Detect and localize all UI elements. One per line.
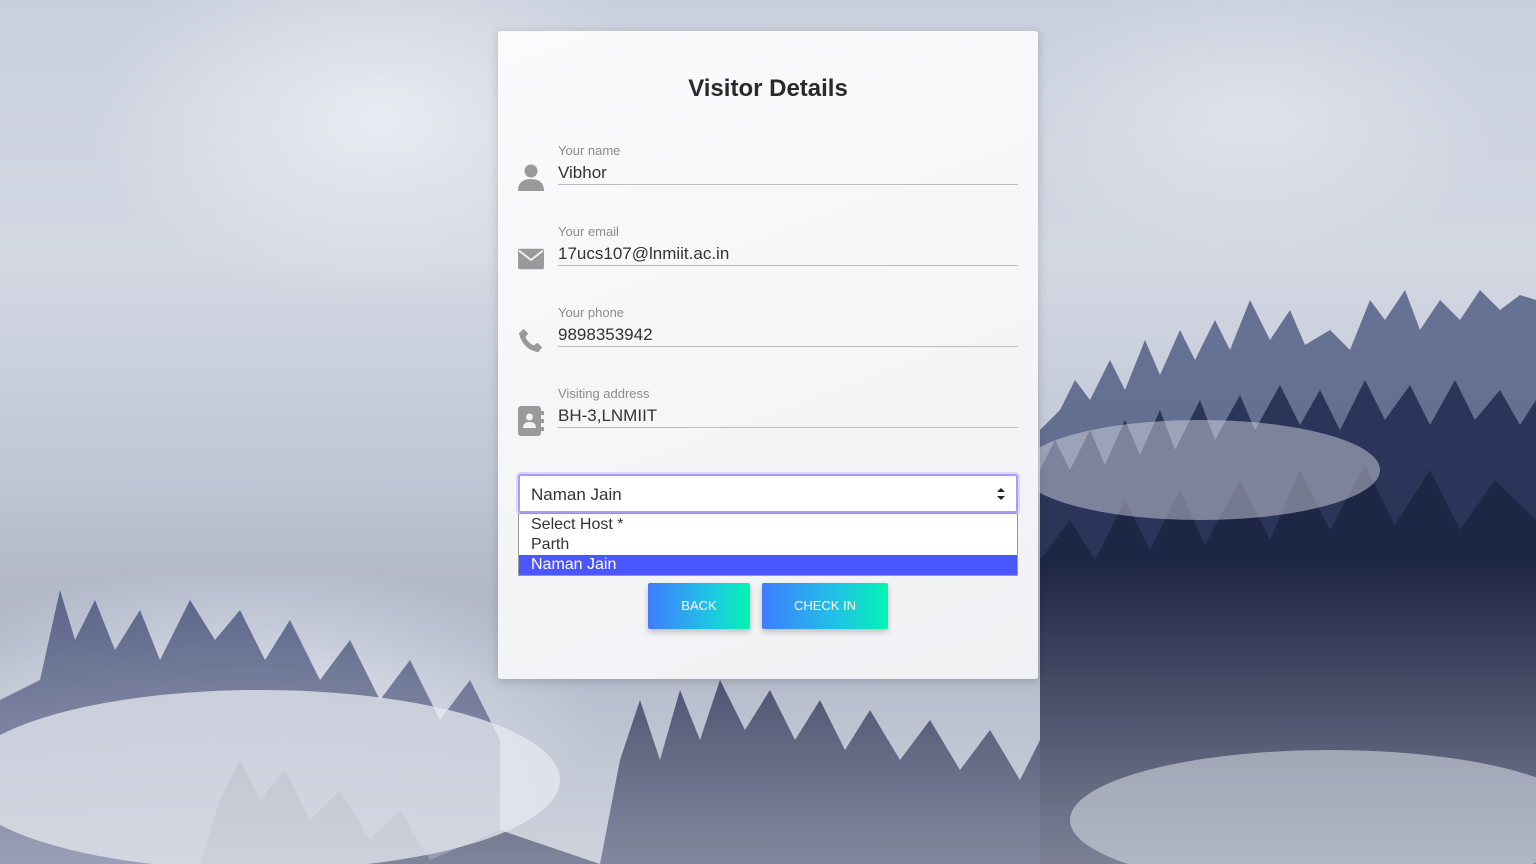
check-in-button[interactable]: CHECK IN [762,583,888,629]
name-underline [558,184,1018,185]
user-icon [518,163,544,193]
phone-icon [518,325,544,355]
address-book-icon [518,406,544,436]
name-label: Your name [558,143,621,158]
host-dropdown-list: Select Host * Parth Naman Jain [518,513,1018,576]
address-input[interactable]: BH-3,LNMIIT [558,406,657,426]
select-arrows-icon [996,487,1006,501]
form-title: Visitor Details [688,75,848,102]
name-input[interactable]: Vibhor [558,163,607,183]
back-button[interactable]: BACK [648,583,750,629]
host-option[interactable]: Select Host * [519,515,1017,535]
address-field[interactable]: Visiting address BH-3,LNMIIT [518,386,1018,448]
address-label: Visiting address [558,386,650,401]
host-select-value: Naman Jain [531,485,622,504]
envelope-icon [518,244,544,274]
phone-underline [558,346,1018,347]
phone-input[interactable]: 9898353942 [558,325,653,345]
phone-field[interactable]: Your phone 9898353942 [518,305,1018,367]
email-label: Your email [558,224,619,239]
email-underline [558,265,1018,266]
email-input[interactable]: 17ucs107@lnmiit.ac.in [558,244,729,264]
email-field[interactable]: Your email 17ucs107@lnmiit.ac.in [518,224,1018,286]
name-field[interactable]: Your name Vibhor [518,143,1018,205]
host-option[interactable]: Parth [519,535,1017,555]
host-option-selected[interactable]: Naman Jain [519,555,1017,575]
visitor-details-card: Visitor Details Your name Vibhor Your em… [498,31,1038,679]
phone-label: Your phone [558,305,625,320]
host-select[interactable]: Naman Jain [518,474,1018,513]
address-underline [558,427,1018,428]
